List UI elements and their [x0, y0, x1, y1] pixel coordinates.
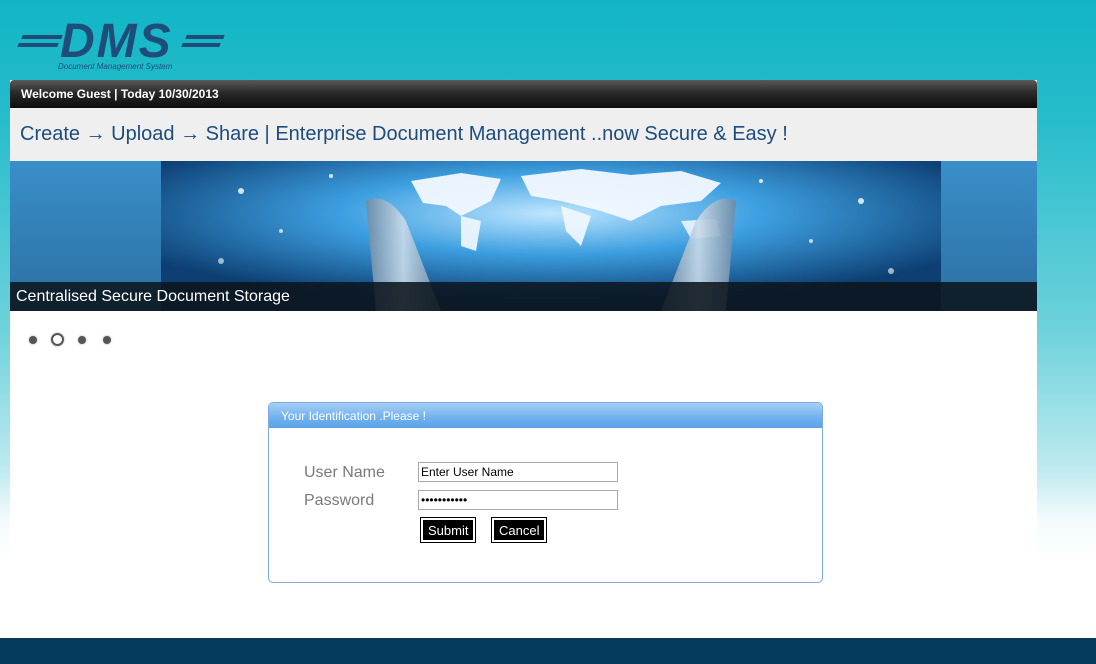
submit-button[interactable]: Submit — [419, 517, 477, 543]
logo-stripe — [181, 43, 221, 47]
welcome-bar: Welcome Guest | Today 10/30/2013 — [10, 80, 1037, 108]
logo-stripe — [21, 35, 63, 39]
footer-bar — [0, 638, 1096, 664]
cancel-button[interactable]: Cancel — [490, 517, 548, 543]
slide-dot-1[interactable] — [29, 336, 37, 344]
logo-subtitle: Document Management System — [58, 62, 173, 71]
logo-brand: DMS — [60, 15, 173, 68]
tagline: Create → Upload → Share | Enterprise Doc… — [10, 108, 1037, 161]
password-input[interactable] — [418, 490, 618, 510]
dms-logo: DMS Document Management System — [16, 15, 226, 74]
username-input[interactable] — [418, 462, 618, 482]
username-label: User Name — [304, 464, 385, 481]
login-form: Your Identification .Please ! User Name … — [268, 402, 823, 583]
banner-slider: Centralised Secure Document Storage — [10, 161, 1037, 311]
slide-dot-3[interactable] — [78, 336, 86, 344]
slide-dot-4[interactable] — [103, 336, 111, 344]
logo-stripe — [185, 35, 225, 39]
password-label: Password — [304, 492, 375, 509]
login-header: Your Identification .Please ! — [269, 403, 822, 428]
main-panel: Welcome Guest | Today 10/30/2013 Create … — [10, 80, 1037, 638]
logo-stripe — [17, 43, 59, 47]
banner-caption: Centralised Secure Document Storage — [10, 282, 1037, 311]
slide-dot-2[interactable] — [51, 333, 64, 346]
